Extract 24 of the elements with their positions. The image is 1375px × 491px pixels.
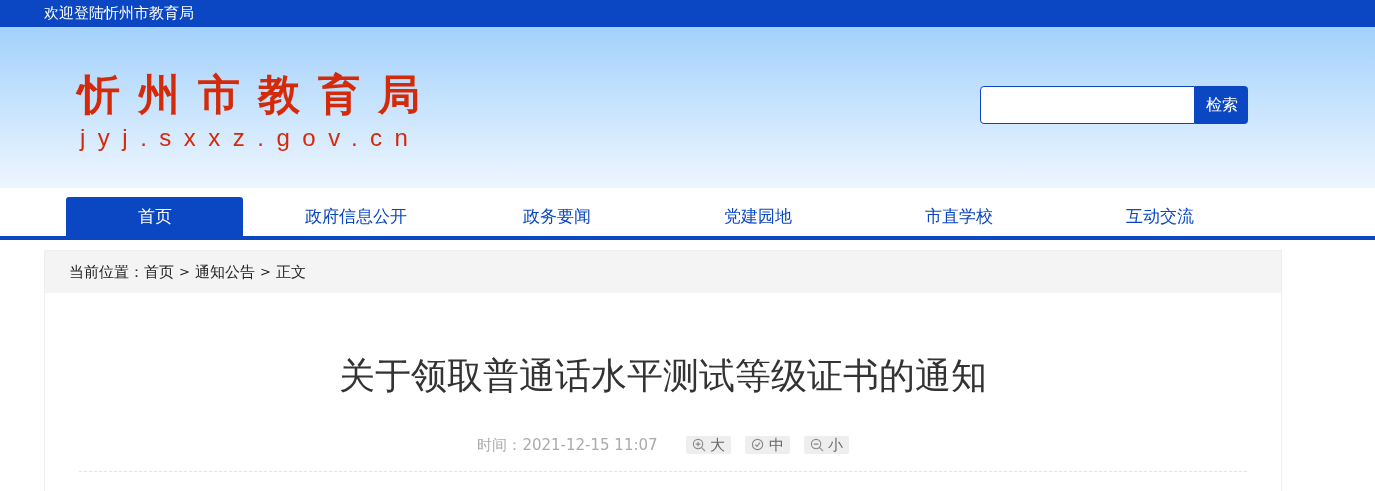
logo-url: jyj.sxxz.gov.cn: [80, 123, 422, 153]
check-circle-icon: [750, 438, 765, 453]
publish-time: 时间：2021-12-15 11:07: [477, 435, 658, 456]
nav-tab[interactable]: 政务要闻: [468, 197, 645, 236]
welcome-text: 欢迎登陆忻州市教育局: [44, 4, 194, 22]
breadcrumb-current: 正文: [275, 261, 306, 283]
breadcrumb-separator: >: [259, 263, 271, 282]
nav-tab[interactable]: 党建园地: [669, 197, 846, 236]
font-size-button[interactable]: 大: [685, 436, 731, 455]
zoom-in-icon: [691, 438, 706, 453]
search-button[interactable]: 检索: [1195, 86, 1248, 124]
font-size-button[interactable]: 中: [744, 436, 790, 455]
breadcrumb-link[interactable]: 通知公告: [194, 260, 255, 284]
zoom-out-icon: [809, 438, 824, 453]
breadcrumb-label: 当前位置：: [69, 261, 144, 283]
breadcrumb-separator: >: [179, 263, 190, 282]
nav-tab[interactable]: 首页: [66, 197, 243, 236]
search-field[interactable]: [980, 86, 1195, 124]
nav-tab[interactable]: 互动交流: [1071, 197, 1248, 236]
nav-tab[interactable]: 政府信息公开: [267, 197, 444, 236]
font-size-button[interactable]: 小: [803, 436, 849, 455]
breadcrumb-link[interactable]: 首页: [144, 260, 174, 284]
nav-tab[interactable]: 市直学校: [870, 197, 1047, 236]
article-title: 关于领取普通话水平测试等级证书的通知: [339, 354, 987, 398]
